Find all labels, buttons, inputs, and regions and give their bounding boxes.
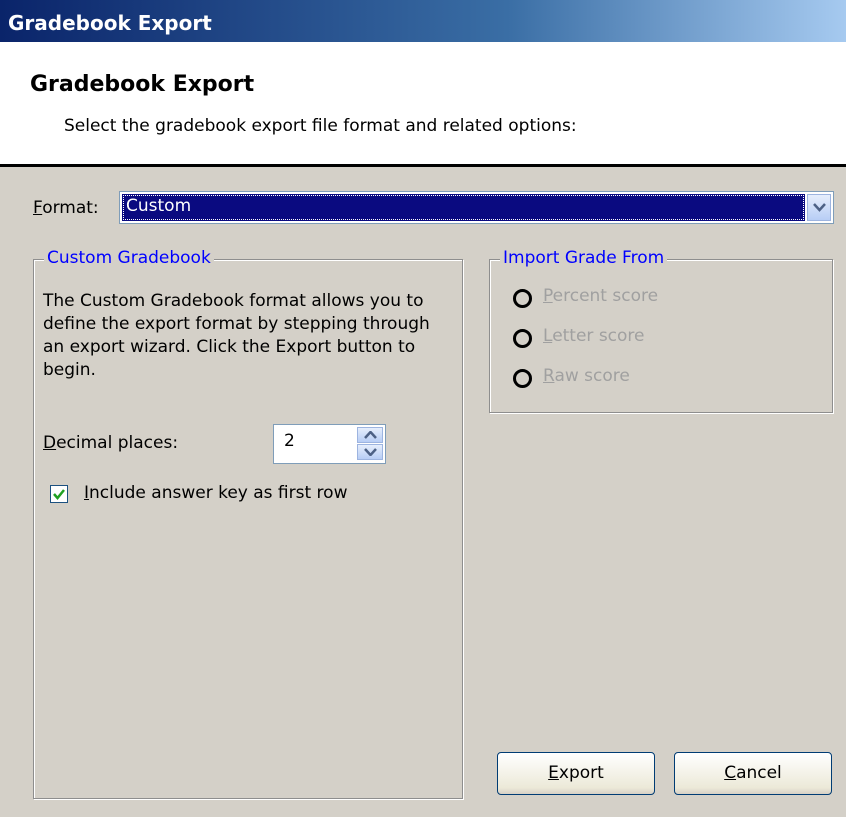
radio-circle-icon [513, 289, 532, 308]
export-button[interactable]: Export [497, 752, 655, 795]
format-label: Format: [33, 198, 99, 218]
radio-letter-score-label: Letter score [543, 326, 645, 346]
checkmark-icon [53, 489, 65, 500]
custom-gradebook-description: The Custom Gradebook format allows you t… [43, 291, 430, 380]
format-selection [122, 194, 805, 221]
include-answer-key-checkbox[interactable] [50, 485, 68, 503]
radio-raw-score-label: Raw score [543, 366, 630, 386]
header-title: Gradebook Export [30, 72, 255, 97]
format-dropdown-button[interactable] [807, 194, 831, 221]
import-grade-from-title: Import Grade From [500, 248, 668, 268]
chevron-up-icon [364, 431, 377, 439]
custom-gradebook-group: Custom Gradebook The Custom Gradebook fo… [33, 248, 463, 799]
format-dropdown[interactable]: Custom [119, 191, 834, 224]
radio-circle-icon [513, 329, 532, 348]
import-grade-from-group: Import Grade From Percent score Letter s… [489, 248, 833, 413]
spinner-down-button[interactable] [357, 444, 383, 460]
header-subtitle: Select the gradebook export file format … [64, 116, 577, 136]
decimal-places-spinner[interactable]: 2 [273, 424, 386, 464]
cancel-button[interactable]: Cancel [674, 752, 832, 795]
dialog-header: Gradebook Export Select the gradebook ex… [0, 50, 846, 164]
chevron-down-icon [813, 203, 826, 212]
custom-gradebook-title: Custom Gradebook [44, 248, 214, 268]
spinner-up-button[interactable] [357, 427, 383, 443]
include-answer-key-label[interactable]: Include answer key as first row [84, 483, 347, 503]
title-bar-divider [0, 42, 846, 50]
radio-circle-icon [513, 369, 532, 388]
radio-percent-score-label: Percent score [543, 286, 659, 306]
header-separator [0, 164, 846, 167]
decimal-places-label: Decimal places: [43, 433, 179, 453]
format-value: Custom [126, 196, 192, 216]
window-title: Gradebook Export [8, 11, 212, 35]
chevron-down-icon [364, 448, 377, 456]
decimal-places-value[interactable]: 2 [284, 431, 295, 451]
